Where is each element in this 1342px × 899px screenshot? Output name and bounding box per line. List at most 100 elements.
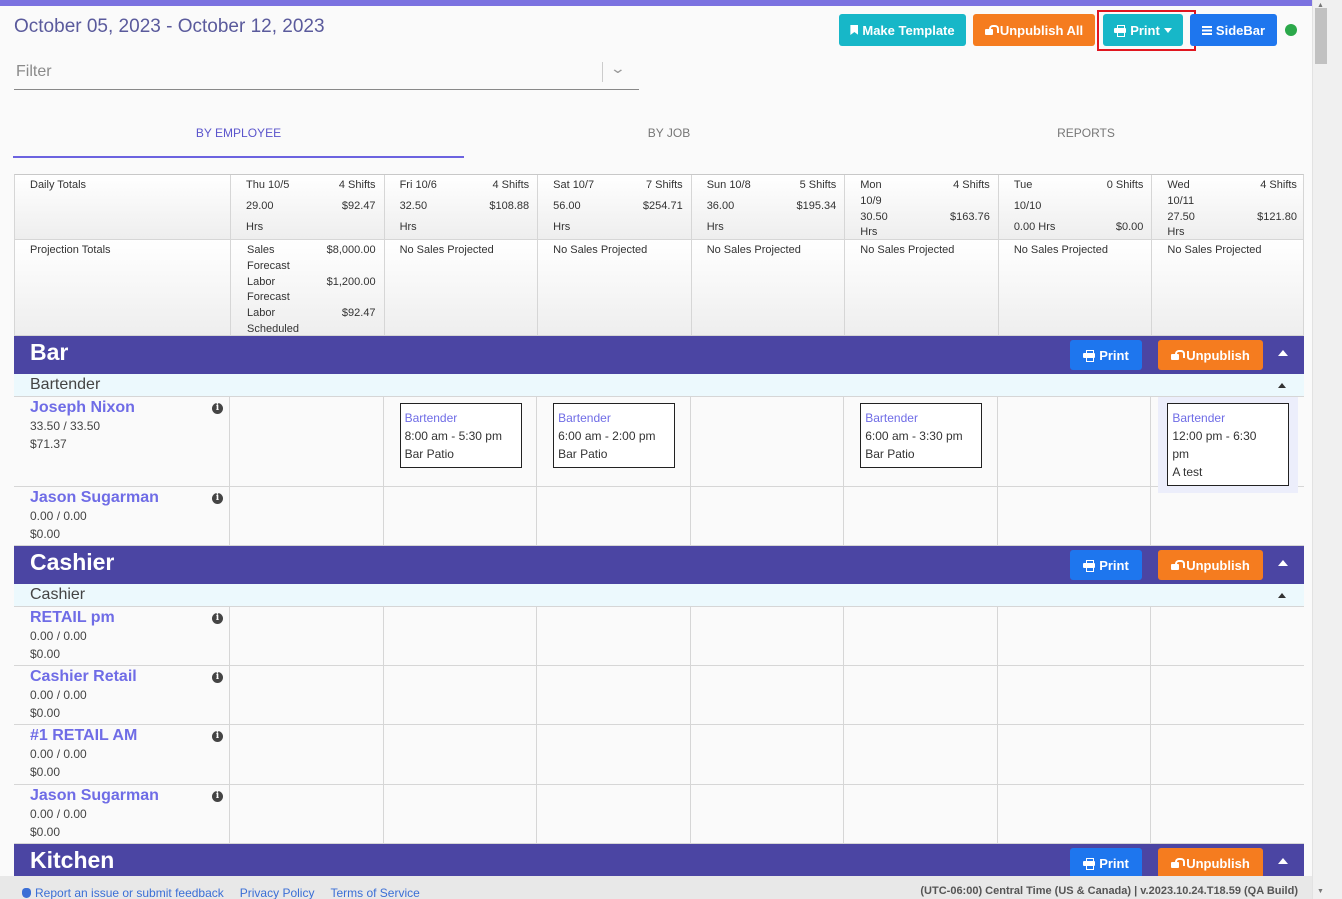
day-cell[interactable] (382, 725, 537, 784)
day-cell[interactable] (382, 785, 537, 843)
day-cell[interactable] (1150, 607, 1304, 665)
print-dropdown-button[interactable]: Print (1103, 14, 1183, 46)
day-cell[interactable] (689, 397, 844, 486)
day-cell[interactable] (229, 785, 383, 843)
day-cell[interactable] (996, 725, 1151, 784)
info-icon[interactable]: i (212, 731, 223, 742)
day-cell[interactable] (1150, 785, 1304, 843)
section-bar: Bar Print Unpublish (14, 336, 1304, 374)
day-cell[interactable] (689, 607, 844, 665)
day-cell[interactable] (996, 397, 1151, 486)
employee-hours: 0.00 / 0.00 (30, 807, 87, 821)
employee-name[interactable]: Joseph Nixon (30, 399, 229, 417)
day-cell[interactable]: Bartender 12:00 pm - 6:30 pm A test (1150, 397, 1304, 493)
active-tab-underline (13, 156, 464, 158)
day-cell[interactable] (536, 666, 690, 724)
day-cell[interactable] (536, 725, 690, 784)
day-cell[interactable] (843, 607, 997, 665)
shift-card[interactable]: Bartender 8:00 am - 5:30 pm Bar Patio (399, 403, 522, 468)
section-unpublish-button[interactable]: Unpublish (1158, 550, 1263, 580)
projection-cell: No Sales Projected (383, 240, 538, 342)
collapse-caret-icon[interactable] (1278, 858, 1288, 864)
daily-total-cell: Fri 10/6 4 Shifts 32.50 $108.88 Hrs (383, 175, 538, 246)
projection-totals-label: Projection Totals (30, 244, 111, 256)
daily-total-cell: Sat 10/7 7 Shifts 56.00 $254.71 Hrs (537, 175, 691, 246)
shift-card[interactable]: Bartender 6:00 am - 2:00 pm Bar Patio (553, 403, 676, 468)
day-cell[interactable] (382, 607, 537, 665)
day-cell[interactable] (229, 666, 383, 724)
section-print-button[interactable]: Print (1070, 550, 1142, 580)
section-unpublish-button[interactable]: Unpublish (1158, 848, 1263, 876)
info-icon[interactable]: i (212, 493, 223, 504)
tab-reports[interactable]: REPORTS (874, 126, 1298, 140)
employee-name[interactable]: Jason Sugarman (30, 787, 229, 805)
day-cell[interactable] (536, 607, 690, 665)
info-icon[interactable]: i (212, 672, 223, 683)
employee-name[interactable]: Jason Sugarman (30, 489, 229, 507)
scrollbar-thumb[interactable] (1315, 8, 1327, 64)
section-print-button[interactable]: Print (1070, 848, 1142, 876)
employee-name[interactable]: RETAIL pm (30, 609, 229, 627)
terms-of-service-link[interactable]: Terms of Service (330, 886, 419, 899)
collapse-caret-icon[interactable] (1278, 593, 1286, 598)
employee-row: RETAIL pm 0.00 / 0.00 $0.00 i (14, 607, 1304, 666)
employee-cost: $71.37 (30, 437, 67, 451)
collapse-caret-icon[interactable] (1278, 383, 1286, 388)
day-cell[interactable] (536, 785, 690, 843)
day-cell[interactable] (382, 487, 537, 545)
day-cell[interactable] (229, 607, 383, 665)
collapse-caret-icon[interactable] (1278, 560, 1288, 566)
section-print-button[interactable]: Print (1070, 340, 1142, 370)
projection-cell: No Sales Projected (844, 240, 998, 342)
collapse-caret-icon[interactable] (1278, 350, 1288, 356)
day-cell[interactable] (229, 397, 383, 486)
day-cell[interactable] (843, 785, 997, 843)
employee-name[interactable]: #1 RETAIL AM (30, 727, 229, 745)
sidebar-button[interactable]: SideBar (1190, 14, 1277, 46)
unpublish-all-button[interactable]: Unpublish All (973, 14, 1095, 46)
filter-select[interactable]: Filter ⌄ (14, 58, 639, 90)
tab-by-employee[interactable]: BY EMPLOYEE (13, 126, 464, 140)
report-issue-link[interactable]: Report an issue or submit feedback (22, 886, 224, 899)
day-cell[interactable] (843, 487, 997, 545)
day-cell[interactable] (536, 487, 690, 545)
tab-by-job[interactable]: BY JOB (464, 126, 874, 140)
day-cell[interactable] (229, 725, 383, 784)
day-cell[interactable]: Bartender 8:00 am - 5:30 pm Bar Patio (382, 397, 537, 486)
day-cell[interactable] (843, 666, 997, 724)
make-template-button[interactable]: Make Template (839, 14, 966, 46)
day-cell[interactable] (996, 785, 1151, 843)
day-cell[interactable] (689, 785, 844, 843)
day-cell[interactable] (689, 487, 844, 545)
day-cell[interactable] (229, 487, 383, 545)
projection-cell: No Sales Projected (690, 240, 845, 342)
day-cell[interactable] (689, 725, 844, 784)
day-cell[interactable] (1150, 666, 1304, 724)
employee-cost: $0.00 (30, 647, 61, 661)
employee-row: Jason Sugarman 0.00 / 0.00 $0.00 i (14, 785, 1304, 844)
info-icon[interactable]: i (212, 613, 223, 624)
page-scrollbar[interactable]: ▲ ▼ (1312, 0, 1342, 899)
day-cell[interactable] (996, 487, 1151, 545)
info-icon[interactable]: i (212, 403, 223, 414)
bars-icon (1201, 25, 1212, 35)
employee-name[interactable]: Cashier Retail (30, 668, 229, 686)
scroll-down-icon[interactable]: ▼ (1317, 888, 1324, 895)
day-cell[interactable] (843, 725, 997, 784)
day-cell[interactable] (996, 666, 1151, 724)
privacy-policy-link[interactable]: Privacy Policy (240, 886, 315, 899)
unlock-icon (1171, 350, 1186, 360)
day-cell[interactable]: Bartender 6:00 am - 3:30 pm Bar Patio (843, 397, 997, 486)
shift-card[interactable]: Bartender 12:00 pm - 6:30 pm A test (1167, 403, 1290, 486)
day-cell[interactable] (1150, 487, 1304, 545)
shift-card[interactable]: Bartender 6:00 am - 3:30 pm Bar Patio (860, 403, 983, 468)
day-cell[interactable] (996, 607, 1151, 665)
section-unpublish-button[interactable]: Unpublish (1158, 340, 1263, 370)
day-cell[interactable]: Bartender 6:00 am - 2:00 pm Bar Patio (536, 397, 690, 486)
make-template-label: Make Template (862, 22, 955, 38)
info-icon[interactable]: i (212, 791, 223, 802)
day-cell[interactable] (689, 666, 844, 724)
day-cell[interactable] (1150, 725, 1304, 784)
chevron-down-icon[interactable]: ⌄ (610, 60, 626, 77)
day-cell[interactable] (382, 666, 537, 724)
